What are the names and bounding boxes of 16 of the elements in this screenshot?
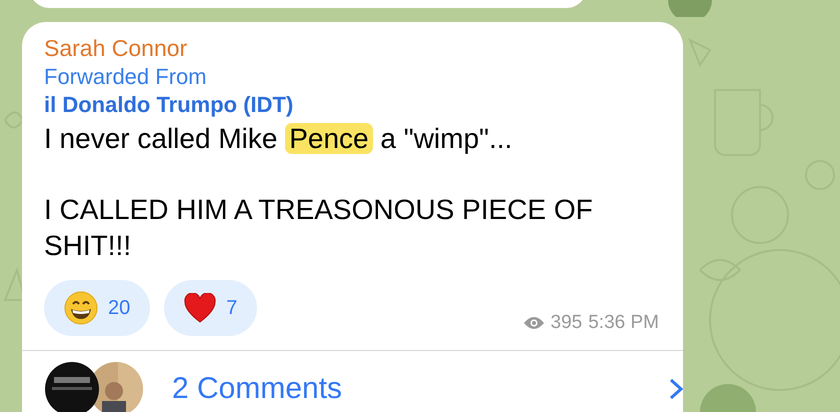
reaction-button[interactable]: 7 [164, 280, 258, 336]
message-time: 5:36 PM [588, 312, 659, 334]
round-button[interactable] [700, 384, 756, 412]
sender-name[interactable]: Sarah Connor [44, 34, 188, 62]
view-count: 395 [550, 312, 582, 334]
forwarded-label: Forwarded From [44, 63, 207, 91]
avatar[interactable] [668, 0, 712, 17]
heart-icon [184, 293, 216, 323]
reaction-button[interactable]: 20 [44, 280, 150, 336]
forwarded-source-link[interactable]: il Donaldo Trumpo (IDT) [44, 91, 294, 119]
message-text: I CALLED HIM A TREASONOUS PIECE OF SHIT!!! [44, 193, 594, 263]
message-text: I never called Mike Pence a "wimp"... [44, 122, 514, 156]
comments-row[interactable]: 2 Comments [22, 350, 683, 412]
grinning-face-icon [64, 291, 98, 325]
chevron-right-icon [669, 378, 683, 400]
eye-icon [522, 316, 545, 330]
